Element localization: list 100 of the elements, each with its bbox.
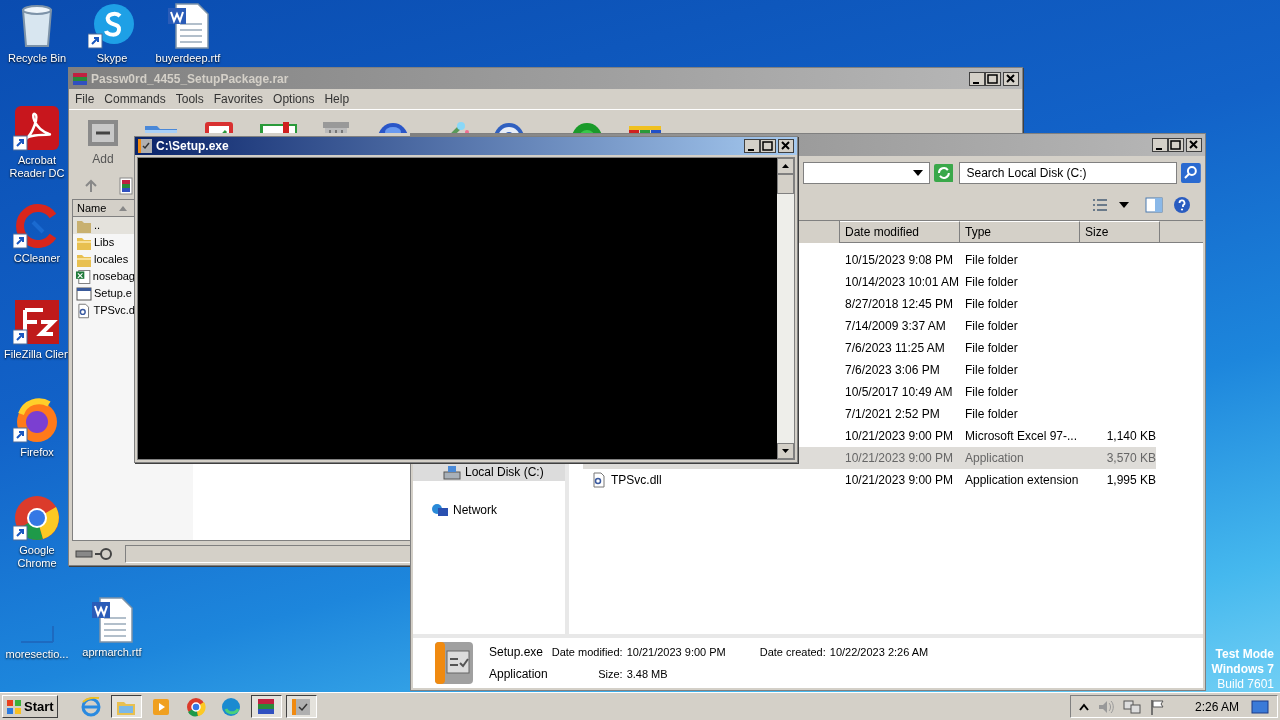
icon-label[interactable]: buyerdeep.rtf [155,52,221,65]
minimize-button[interactable] [969,71,985,86]
file-row[interactable]: TPSvc.d [73,302,135,319]
network-icon[interactable] [1122,698,1141,715]
archive-icon [256,696,277,717]
menu-item[interactable]: Favorites [213,90,264,108]
test-mode-notice: Test Mode [1215,647,1274,662]
file-type: Application [489,666,548,683]
network-icon [431,501,449,518]
menu-item[interactable]: Options [273,90,315,108]
menu-item[interactable]: Commands [104,90,166,108]
maximize-button[interactable] [985,71,1001,86]
refresh-icon[interactable] [933,164,954,182]
close-button[interactable] [1003,71,1019,86]
icon-label[interactable]: aprmarch.rtf [79,646,145,659]
clock[interactable]: 2:26 AM [1194,697,1239,716]
field-value: 10/21/2023 9:00 PM [626,644,727,660]
column-header[interactable]: Size [1080,221,1160,243]
column-header[interactable]: Type [960,221,1080,243]
icon-label[interactable]: CCleaner [4,252,70,265]
file-name: Setup.exe [489,644,545,661]
file-row[interactable]: 10/21/2023 9:00 PM Microsoft Excel 97-... 1,140 KB [840,425,1156,447]
file-row[interactable]: nosebag [73,268,135,285]
navigation-item[interactable]: Network [413,500,565,519]
maximize-button[interactable] [1168,138,1184,152]
flag-icon[interactable] [1148,698,1167,715]
chrome-icon [186,696,207,717]
show-desktop-icon[interactable] [1251,698,1269,715]
application-icon [291,696,312,717]
browser-e-icon [81,696,102,717]
scrollbar[interactable] [777,158,794,459]
archive-icon [72,70,88,87]
icon-label[interactable]: Firefox [4,446,70,459]
application-icon [433,641,475,685]
file-row[interactable]: 10/14/2023 10:01 AM File folder [840,271,1156,293]
window-title: Passw0rd_4455_SetupPackage.rar [91,70,290,88]
menu-item[interactable]: Tools [175,90,204,108]
windows-logo-icon [6,698,22,715]
column-header[interactable]: Name [73,200,135,217]
chrome-icon[interactable] [13,494,61,542]
acrobat-icon[interactable] [13,104,61,152]
file-row[interactable]: 7/1/2021 2:52 PM File folder [840,403,1156,425]
spreadsheet-icon [76,268,91,285]
file-row[interactable]: .. [73,217,135,234]
settings-file-icon [76,302,92,319]
taskbar-button[interactable] [285,695,317,718]
search-field[interactable]: Search Local Disk (C:) [959,162,1178,184]
search-icon[interactable] [1181,163,1201,183]
taskbar-button[interactable] [250,695,282,718]
file-row[interactable]: locales [73,251,135,268]
drive-icon [443,463,461,480]
settings-file-icon [591,472,607,488]
filezilla-icon[interactable] [13,298,61,346]
skype-icon[interactable] [88,2,136,50]
column-header[interactable]: Date modified [840,221,960,243]
taskbar-button[interactable] [110,695,142,718]
file-row[interactable]: 7/6/2023 3:06 PM File folder [840,359,1156,381]
file-row[interactable]: 10/5/2017 10:49 AM File folder [840,381,1156,403]
test-mode-notice: Windows 7 [1211,662,1274,677]
sort-arrow-icon [119,205,127,211]
file-row[interactable]: 7/6/2023 11:25 AM File folder [840,337,1156,359]
field-label: Date created: [759,644,826,660]
chevron-up-icon[interactable] [1078,701,1089,712]
icon-label[interactable]: Recycle Bin [4,52,70,65]
address-bar[interactable] [803,162,930,184]
close-button[interactable] [778,139,794,153]
scroll-thumb[interactable] [777,174,794,194]
file-row[interactable]: TPSvc.dll 10/21/2023 9:00 PM Application extension 1,995 KB [583,469,1156,491]
file-row[interactable]: 8/27/2018 12:45 PM File folder [840,293,1156,315]
maximize-button[interactable] [760,139,776,153]
file-row[interactable]: 7/14/2009 3:37 AM File folder [840,315,1156,337]
file-row[interactable]: Setup.e [73,285,135,302]
dropdown-arrow-icon[interactable] [1119,202,1129,208]
menu-item[interactable]: File [75,90,95,108]
dropdown-arrow-icon [912,170,923,176]
icon-label[interactable]: Skype [79,52,145,65]
icon-label[interactable]: moresectio... [4,648,70,661]
field-label: Date modified: [551,644,623,660]
icon-label[interactable]: Google Chrome [4,544,70,570]
add-button[interactable]: Add [83,116,123,168]
menu-item[interactable]: Help [324,90,350,108]
window-icon [76,285,92,302]
icon-label[interactable]: Acrobat Reader DC [4,154,70,180]
close-button[interactable] [1186,138,1202,152]
field-label: Size: [597,666,623,682]
minimize-button[interactable] [744,139,760,153]
test-mode-notice: Build 7601 [1217,677,1274,692]
window-title: C:\Setup.exe [156,138,230,155]
edge-icon [221,696,242,717]
drive-and-key-icon [75,547,115,561]
minimize-button[interactable] [1152,138,1168,152]
file-row[interactable]: 10/15/2023 9:08 PM File folder [840,249,1156,271]
application-icon [138,139,152,153]
field-value: 3.48 MB [626,666,669,682]
start-button[interactable]: Start [2,695,58,718]
field-value: 10/22/2023 2:26 AM [829,644,929,660]
file-row[interactable]: Libs [73,234,135,251]
view-options-icon[interactable] [1091,197,1109,213]
play-icon [151,696,172,717]
help-icon[interactable] [1173,196,1191,214]
